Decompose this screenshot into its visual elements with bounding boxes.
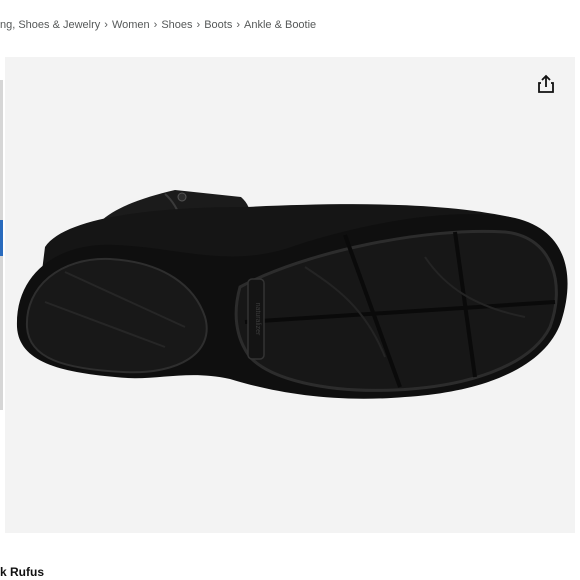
breadcrumb-item-boots[interactable]: Boots [204,19,232,31]
sole-brand-imprint: naturalizer [254,303,261,336]
breadcrumb-item-women[interactable]: Women [112,19,150,31]
share-button[interactable] [534,72,558,96]
product-image[interactable]: naturalizer [5,57,575,533]
selected-thumbnail-indicator[interactable] [0,220,3,256]
boot-sole-image: naturalizer [16,190,568,399]
breadcrumb: ng, Shoes & Jewelry › Women › Shoes › Bo… [0,17,316,33]
breadcrumb-separator: › [104,19,108,31]
breadcrumb-separator: › [196,19,201,31]
breadcrumb-item-shoes[interactable]: Shoes [161,19,192,31]
breadcrumb-separator: › [153,19,158,31]
variant-label: k Rufus [0,565,45,579]
share-icon [538,74,554,93]
breadcrumb-separator: › [236,19,241,31]
breadcrumb-item-clothing[interactable]: ng, Shoes & Jewelry [0,19,100,31]
breadcrumb-item-ankle-bootie[interactable]: Ankle & Bootie [244,19,316,31]
